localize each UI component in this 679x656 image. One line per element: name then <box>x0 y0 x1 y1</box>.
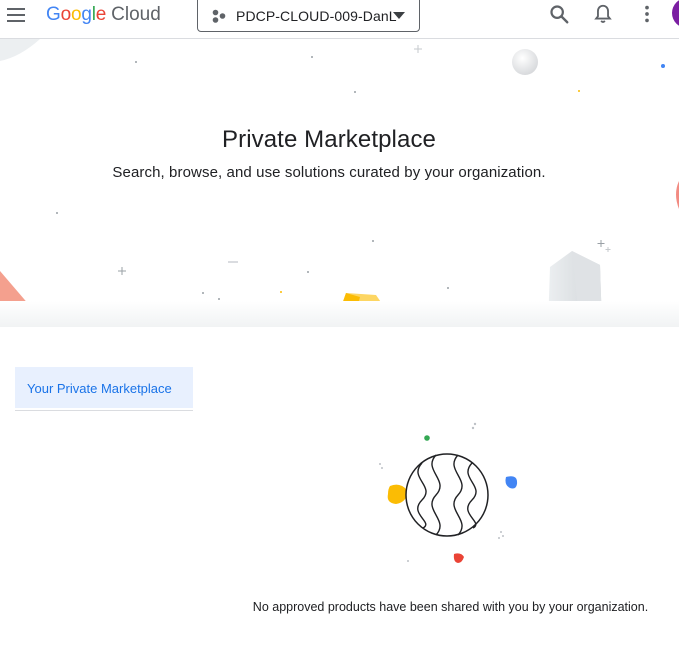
page-subtitle: Search, browse, and use solutions curate… <box>112 164 546 181</box>
caret-down-icon <box>393 12 405 19</box>
bell-icon <box>594 4 612 23</box>
hero-banner: Private Marketplace Search, browse, and … <box>0 39 679 327</box>
page-title: Private Marketplace <box>222 126 436 153</box>
hero-bottom-fade <box>0 301 679 327</box>
notifications-button[interactable] <box>589 0 617 30</box>
menu-icon <box>7 8 25 22</box>
sidenav-item-your-private-marketplace[interactable]: Your Private Marketplace <box>15 367 193 408</box>
project-icon <box>212 9 226 23</box>
google-cloud-logo[interactable]: Google Cloud <box>46 4 161 28</box>
project-picker-button[interactable]: PDCP-CLOUD-009-DanL <box>197 0 420 32</box>
logo-cloud-text: Cloud <box>111 4 161 25</box>
sidenav-divider <box>15 410 193 411</box>
avatar[interactable] <box>672 0 679 28</box>
more-vert-icon <box>645 5 649 23</box>
logo-google-text: Google <box>46 4 107 25</box>
empty-state-message: No approved products have been shared wi… <box>252 600 649 614</box>
main-menu-button[interactable] <box>3 0 29 30</box>
more-options-button[interactable] <box>633 0 661 30</box>
search-icon <box>550 5 569 24</box>
hero-decoration <box>0 39 679 327</box>
project-name: PDCP-CLOUD-009-DanL <box>236 8 397 24</box>
globe-illustration <box>379 422 518 563</box>
page: Google Cloud PDCP-CLOUD-009-DanL Private… <box>0 0 679 656</box>
search-button[interactable] <box>545 0 573 30</box>
sidenav-item-label: Your Private Marketplace <box>27 381 172 396</box>
top-app-bar: Google Cloud PDCP-CLOUD-009-DanL <box>0 0 679 39</box>
